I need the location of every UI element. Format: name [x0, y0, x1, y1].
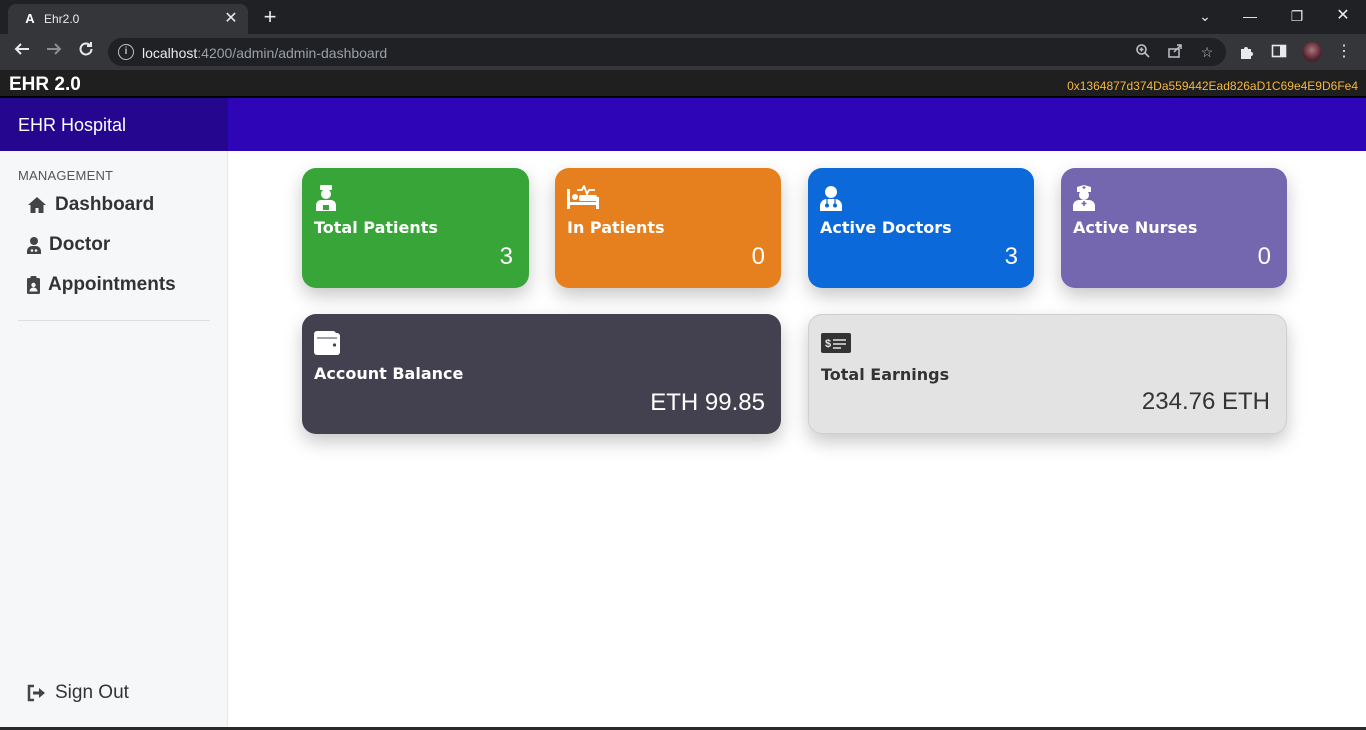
profile-avatar[interactable]: [1302, 42, 1322, 62]
total-earnings-card[interactable]: $ Total Earnings 234.76 ETH: [808, 314, 1287, 434]
browser-tab[interactable]: A Ehr2.0 ✕: [8, 4, 248, 34]
card-label: Total Patients: [314, 218, 438, 237]
arrow-right-icon: [47, 43, 62, 55]
address-bar[interactable]: i localhost:4200/admin/admin-dashboard ☆: [108, 38, 1226, 66]
money-check-dollar-icon: $: [821, 332, 853, 360]
card-label: Active Nurses: [1073, 218, 1198, 237]
sign-out-button[interactable]: Sign Out: [26, 681, 129, 705]
sidebar-heading: MANAGEMENT: [18, 168, 114, 183]
new-tab-button[interactable]: +: [258, 6, 282, 28]
sidebar-divider: [18, 320, 210, 321]
card-value: 0: [1257, 243, 1271, 270]
browser-toolbar: i localhost:4200/admin/admin-dashboard ☆…: [0, 34, 1366, 70]
card-label: Account Balance: [314, 364, 464, 383]
back-button[interactable]: [10, 40, 34, 64]
reload-icon: [79, 42, 93, 56]
card-value: 0: [751, 243, 765, 270]
angular-favicon-icon: A: [25, 11, 35, 26]
minimize-window-button[interactable]: —: [1238, 4, 1262, 28]
tab-title: Ehr2.0: [44, 12, 80, 26]
user-doctor-icon: [26, 234, 42, 256]
share-icon[interactable]: [1166, 43, 1184, 61]
user-doctor-icon: [820, 185, 848, 213]
account-balance-card[interactable]: Account Balance ETH 99.85: [302, 314, 781, 434]
side-panel-icon[interactable]: [1270, 43, 1288, 61]
close-tab-icon[interactable]: ✕: [222, 10, 240, 28]
svg-text:$: $: [825, 338, 831, 350]
card-value: 3: [499, 243, 513, 270]
extensions-puzzle-icon[interactable]: [1238, 43, 1256, 61]
card-label: Active Doctors: [820, 218, 952, 237]
hospital-header: EHR Hospital: [0, 98, 1366, 151]
sign-out-icon: [26, 682, 48, 704]
active-doctors-card[interactable]: Active Doctors 3: [808, 168, 1034, 288]
wallet-address: 0x1364877d374Da559442Ead826aD1C69e4E9D6F…: [1067, 79, 1358, 93]
site-info-icon[interactable]: i: [118, 44, 134, 60]
sidebar: MANAGEMENT Dashboard Doctor Appointments…: [0, 151, 228, 730]
sidebar-item-appointments[interactable]: Appointments: [26, 273, 176, 297]
url-text[interactable]: localhost:4200/admin/admin-dashboard: [142, 45, 387, 61]
app-top-bar: EHR 2.0 0x1364877d374Da559442Ead826aD1C6…: [0, 70, 1366, 98]
card-label: In Patients: [567, 218, 665, 237]
hospital-name: EHR Hospital: [18, 115, 127, 135]
total-patients-card[interactable]: Total Patients 3: [302, 168, 529, 288]
forward-button[interactable]: [42, 40, 66, 64]
sidebar-item-label: Doctor: [49, 234, 111, 255]
in-patients-card[interactable]: In Patients 0: [555, 168, 781, 288]
bookmark-star-icon[interactable]: ☆: [1198, 43, 1216, 61]
bed-pulse-icon: [567, 183, 601, 213]
app-brand: EHR 2.0: [9, 74, 81, 95]
sidebar-item-doctor[interactable]: Doctor: [26, 233, 110, 257]
home-icon: [26, 194, 48, 216]
restore-window-button[interactable]: ❐: [1285, 4, 1309, 28]
card-label: Total Earnings: [821, 365, 950, 384]
reload-button[interactable]: [74, 40, 98, 64]
arrow-left-icon: [14, 43, 29, 55]
user-nurse-icon: [1073, 185, 1101, 213]
card-value: 3: [1004, 243, 1018, 270]
sidebar-item-label: Dashboard: [55, 194, 155, 215]
wallet-icon: [314, 331, 342, 359]
hospital-name-box: EHR Hospital: [0, 98, 228, 151]
hospital-user-icon: [314, 185, 342, 213]
active-nurses-card[interactable]: Active Nurses 0: [1061, 168, 1287, 288]
sidebar-item-dashboard[interactable]: Dashboard: [26, 193, 154, 217]
browser-menu-icon[interactable]: ⋮: [1335, 43, 1353, 61]
zoom-icon[interactable]: [1134, 43, 1152, 61]
sign-out-label: Sign Out: [55, 682, 129, 703]
browser-tab-bar: A Ehr2.0 ✕ + ⌄ — ❐ ✕: [0, 0, 1366, 34]
card-value: ETH 99.85: [650, 389, 765, 416]
card-value: 234.76 ETH: [1141, 388, 1270, 415]
tab-search-chevron-icon[interactable]: ⌄: [1193, 4, 1217, 28]
clipboard-user-icon: [26, 274, 41, 296]
sidebar-item-label: Appointments: [48, 274, 176, 295]
close-window-button[interactable]: ✕: [1331, 4, 1355, 28]
